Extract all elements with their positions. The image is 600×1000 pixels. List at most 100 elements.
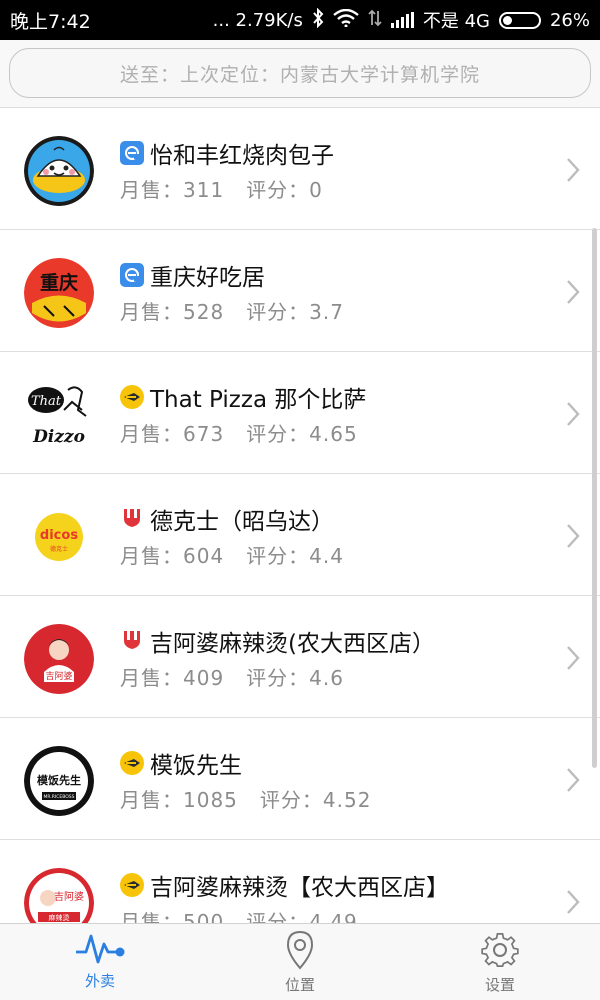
restaurant-stats: 月售：604 评分：4.4 <box>120 540 344 569</box>
rating: 评分：4.6 <box>246 666 344 690</box>
that-pizza-logo-icon: That Dizzo <box>28 386 87 447</box>
status-bar: 晚上7:42 ... 2.79K/s 不是 4G 26% <box>0 0 600 40</box>
restaurant-info: 吉阿婆麻辣烫【农大西区店】 月售：500 评分：4.49 <box>120 868 449 923</box>
restaurant-stats: 月售：409 评分：4.6 <box>120 662 435 691</box>
restaurant-info: 怡和丰红烧肉包子 月售：311 评分：0 <box>120 136 334 203</box>
restaurant-row[interactable]: 重庆 重庆好吃居 月售：528 评分：3.7 <box>0 230 600 352</box>
chevron-right-icon <box>567 524 580 548</box>
rating: 评分：4.52 <box>259 788 372 812</box>
rating: 评分：4.49 <box>246 910 358 923</box>
network-speed: ... 2.79K/s <box>212 9 303 31</box>
delivery-badge-icon <box>120 873 144 897</box>
restaurant-info: 吉阿婆麻辣烫(农大西区店） 月售：409 评分：4.6 <box>120 624 435 691</box>
scrollbar[interactable] <box>592 228 597 768</box>
e-badge-icon <box>120 141 144 165</box>
restaurant-row[interactable]: 吉阿婆 麻辣烫 吉阿婆麻辣烫【农大西区店】 月售：500 评分：4.49 <box>0 840 600 923</box>
wifi-icon <box>333 8 359 32</box>
bluetooth-icon <box>312 7 324 33</box>
restaurant-stats: 月售：500 评分：4.49 <box>120 906 449 923</box>
restaurant-list[interactable]: 怡和丰红烧肉包子 月售：311 评分：0 重庆 重庆好吃居 月售：528 评分：… <box>0 108 600 923</box>
chongqing-logo-icon: 重庆 <box>24 258 94 328</box>
rating: 评分：4.65 <box>246 422 358 446</box>
e-badge-icon <box>120 263 144 287</box>
logo-text: 吉阿婆 <box>54 891 84 903</box>
bun-mascot-icon <box>24 136 94 206</box>
tab-label: 设置 <box>484 976 515 994</box>
chevron-right-icon <box>567 402 580 426</box>
tab-label: 外卖 <box>84 972 115 990</box>
tab-settings[interactable]: 设置 <box>400 924 600 1000</box>
rating: 评分：4.4 <box>246 544 344 568</box>
restaurant-logo: 吉阿婆 <box>24 624 94 694</box>
rating: 评分：0 <box>246 178 323 202</box>
monthly-sales: 月售：673 <box>120 422 225 446</box>
logo-text: 模饭先生 <box>37 773 81 787</box>
restaurant-logo: 模饭先生 MR.RICEBOSS <box>24 746 94 816</box>
rating: 评分：3.7 <box>246 300 344 324</box>
restaurant-row[interactable]: 吉阿婆 吉阿婆麻辣烫(农大西区店） 月售：409 评分：4.6 <box>0 596 600 718</box>
monthly-sales: 月售：1085 <box>120 788 238 812</box>
tab-location[interactable]: 位置 <box>200 924 400 1000</box>
jiapo-logo-icon: 吉阿婆 <box>24 624 94 694</box>
restaurant-row[interactable]: dicos 德克士 德克士（昭乌达） 月售：604 评分：4.4 <box>0 474 600 596</box>
status-indicators: ... 2.79K/s 不是 4G 26% <box>213 7 590 33</box>
monthly-sales: 月售：528 <box>120 300 225 324</box>
logo-text: That <box>31 394 62 409</box>
logo-text: Dizzo <box>32 427 85 447</box>
tab-takeout[interactable]: 外卖 <box>0 924 200 1000</box>
restaurant-stats: 月售：673 评分：4.65 <box>120 418 366 447</box>
monthly-sales: 月售：500 <box>120 910 225 923</box>
restaurant-stats: 月售：1085 评分：4.52 <box>120 784 371 813</box>
restaurant-stats: 月售：311 评分：0 <box>120 174 334 203</box>
bottom-tab-bar: 外卖 位置 设置 <box>0 923 600 1000</box>
fork-badge-icon <box>120 507 144 531</box>
battery-icon <box>498 11 541 29</box>
pulse-icon <box>76 934 125 964</box>
logo-text: dicos <box>40 528 78 543</box>
delivery-badge-icon <box>120 385 144 409</box>
restaurant-row[interactable]: 怡和丰红烧肉包子 月售：311 评分：0 <box>0 108 600 230</box>
logo-text: 吉阿婆 <box>45 670 72 682</box>
restaurant-info: 德克士（昭乌达） 月售：604 评分：4.4 <box>120 502 344 569</box>
restaurant-logo <box>24 136 94 206</box>
restaurant-row[interactable]: That Dizzo That Pizza 那个比萨 月售：673 评分：4.65 <box>0 352 600 474</box>
restaurant-logo: That Dizzo <box>24 380 94 450</box>
restaurant-logo: 重庆 <box>24 258 94 328</box>
logo-text: 麻辣烫 <box>49 913 70 922</box>
battery-percent: 26% <box>549 9 590 31</box>
monthly-sales: 月售：311 <box>120 178 225 202</box>
fork-badge-icon <box>120 629 144 653</box>
restaurant-logo: 吉阿婆 麻辣烫 <box>24 868 94 923</box>
restaurant-row[interactable]: 模饭先生 MR.RICEBOSS 模饭先生 月售：1085 评分：4.52 <box>0 718 600 840</box>
logo-text: MR.RICEBOSS <box>44 794 75 800</box>
restaurant-logo: dicos 德克士 <box>24 502 94 572</box>
restaurant-name: 吉阿婆麻辣烫(农大西区店） <box>150 631 435 657</box>
monthly-sales: 月售：604 <box>120 544 225 568</box>
restaurant-name: 吉阿婆麻辣烫【农大西区店】 <box>150 875 449 901</box>
restaurant-info: 模饭先生 月售：1085 评分：4.52 <box>120 746 371 813</box>
chevron-right-icon <box>567 890 580 914</box>
chevron-right-icon <box>567 280 580 304</box>
chevron-right-icon <box>567 158 580 182</box>
monthly-sales: 月售：409 <box>120 666 225 690</box>
header: 送至：上次定位：内蒙古大学计算机学院 <box>0 40 600 108</box>
location-pin-icon <box>286 930 314 970</box>
logo-text: 德克士 <box>50 545 68 553</box>
restaurant-name: 德克士（昭乌达） <box>150 509 334 535</box>
delivery-badge-icon <box>120 751 144 775</box>
mofan-logo-icon: 模饭先生 MR.RICEBOSS <box>24 746 94 816</box>
logo-text: 重庆 <box>40 271 78 294</box>
delivery-address-bar[interactable]: 送至：上次定位：内蒙古大学计算机学院 <box>9 48 591 98</box>
restaurant-name: 重庆好吃居 <box>150 265 265 291</box>
restaurant-name: That Pizza 那个比萨 <box>150 387 367 413</box>
restaurant-info: That Pizza 那个比萨 月售：673 评分：4.65 <box>120 380 366 447</box>
dicos-logo-icon: dicos 德克士 <box>35 513 83 561</box>
data-transfer-icon <box>368 9 382 32</box>
restaurant-stats: 月售：528 评分：3.7 <box>120 296 344 325</box>
restaurant-name: 怡和丰红烧肉包子 <box>150 143 334 169</box>
gear-icon <box>481 932 519 968</box>
restaurant-name: 模饭先生 <box>150 753 242 779</box>
carrier-label: 不是 4G <box>422 11 490 32</box>
status-time: 晚上7:42 <box>10 10 91 33</box>
restaurant-info: 重庆好吃居 月售：528 评分：3.7 <box>120 258 344 325</box>
